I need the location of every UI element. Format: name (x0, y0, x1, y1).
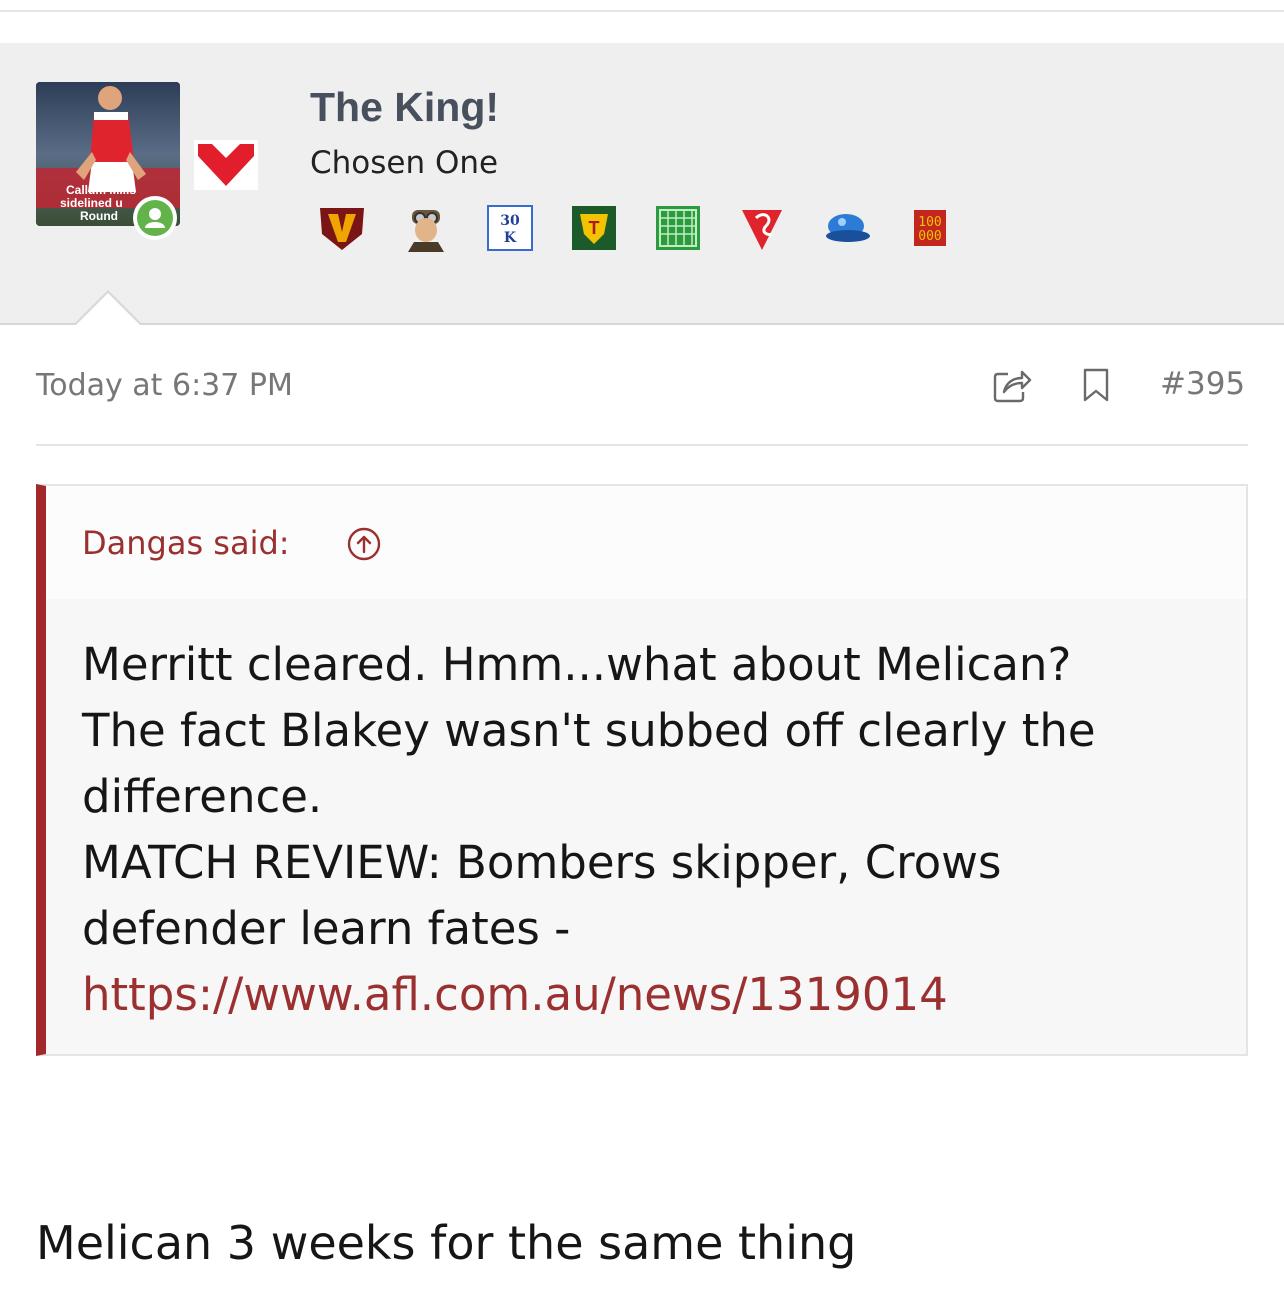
user-title: Chosen One (310, 145, 499, 181)
svg-text:000: 000 (918, 229, 941, 244)
post-body-text: Melican 3 weeks for the same thing (36, 1216, 857, 1270)
svg-text:T: T (589, 218, 600, 238)
quote-block: Dangas said: Merritt cleared. Hmm...what… (36, 484, 1248, 1056)
bookmark-icon[interactable] (1082, 368, 1110, 402)
30k-trophy-icon[interactable]: 30 K (486, 204, 534, 252)
quote-line: The fact Blakey wasn't subbed off clearl… (82, 704, 1096, 757)
quote-content: Merritt cleared. Hmm...what about Melica… (82, 632, 1212, 1028)
quote-line: MATCH REVIEW: Bombers skipper, Crows (82, 836, 1002, 889)
tasmania-trophy-icon[interactable]: T (570, 204, 618, 252)
svg-text:sidelined u: sidelined u (60, 196, 123, 210)
quote-header: Dangas said: (46, 486, 1246, 599)
user-header (0, 43, 1284, 325)
quote-line: Merritt cleared. Hmm...what about Melica… (82, 638, 1072, 691)
svg-text:30: 30 (500, 213, 520, 229)
blue-cap-trophy-icon[interactable] (822, 204, 870, 252)
quote-author-link[interactable]: Dangas said: (82, 524, 290, 562)
post-number-link[interactable]: #395 (1160, 366, 1245, 402)
aviator-trophy-icon[interactable] (402, 204, 450, 252)
green-net-trophy-icon[interactable] (654, 204, 702, 252)
online-status-icon (133, 196, 177, 240)
100000-trophy-icon[interactable]: 100 000 (906, 204, 954, 252)
svg-text:100: 100 (918, 215, 941, 230)
v-shield-trophy-icon[interactable] (318, 204, 366, 252)
swans-logo-trophy-icon[interactable] (738, 204, 786, 252)
svg-text:Callum Mills: Callum Mills (66, 183, 136, 197)
quote-link[interactable]: https://www.afl.com.au/news/1319014 (82, 962, 1212, 1028)
meta-divider (36, 444, 1248, 446)
top-divider (0, 10, 1284, 12)
jump-to-quote-icon[interactable] (346, 526, 382, 562)
username[interactable]: The King! (310, 84, 499, 131)
user-icon (145, 208, 165, 228)
svg-text:Round: Round (80, 209, 118, 223)
svg-text:K: K (504, 230, 517, 246)
post-date[interactable]: Today at 6:37 PM (36, 368, 293, 403)
share-icon[interactable] (992, 366, 1032, 404)
heart-badge-icon (194, 140, 258, 190)
quote-line: defender learn fates - (82, 902, 571, 955)
quote-line: difference. (82, 770, 323, 823)
